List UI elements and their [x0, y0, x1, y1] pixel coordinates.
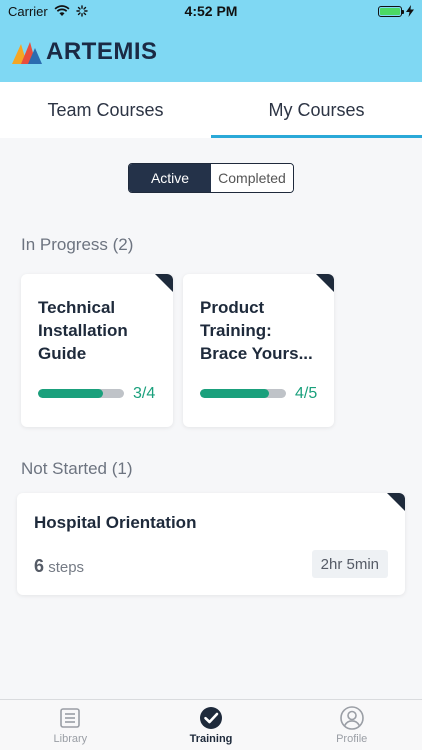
wifi-icon: [54, 5, 70, 16]
step-count-number: 6: [34, 556, 45, 576]
status-left: Carrier: [8, 4, 88, 19]
step-count-label: steps: [48, 559, 85, 576]
activity-spinner-icon: [76, 5, 88, 17]
library-icon: [60, 708, 81, 728]
nav-label: Library: [53, 733, 88, 745]
bottom-tab-bar: Library Training Profile: [0, 699, 422, 750]
status-bar: Carrier 4:52 PM: [0, 0, 422, 22]
duration-badge: 2hr 5min: [311, 550, 388, 578]
tab-label: Team Courses: [47, 99, 164, 120]
nav-label: Profile: [336, 733, 368, 745]
tab-my-courses[interactable]: My Courses: [211, 82, 422, 138]
card-corner-marker: [316, 274, 334, 292]
course-title: Hospital Orientation: [34, 513, 197, 532]
profile-icon: [339, 706, 364, 730]
charging-bolt-icon: [406, 5, 414, 17]
carrier-label: Carrier: [8, 3, 48, 19]
filter-completed-button[interactable]: Completed: [211, 164, 293, 192]
card-corner-marker: [387, 493, 405, 511]
brand-name: ARTEMIS: [46, 38, 158, 65]
course-title: Technical Installation Guide: [38, 298, 128, 363]
nav-label: Training: [189, 733, 233, 745]
progress-bar-fill: [38, 389, 103, 398]
status-right: [378, 5, 414, 17]
tab-team-courses[interactable]: Team Courses: [0, 82, 211, 138]
training-check-icon: [200, 707, 222, 729]
progress-bar-fill: [200, 389, 269, 398]
course-card-technical-installation[interactable]: Technical Installation Guide 3/4: [21, 274, 173, 427]
course-title: Product Training: Brace Yours...: [200, 298, 313, 363]
progress-bar: [200, 389, 286, 398]
brand-header: ARTEMIS: [0, 22, 422, 82]
progress-count: 3/4: [133, 385, 156, 402]
tab-label: My Courses: [268, 99, 365, 120]
progress-bar: [38, 389, 124, 398]
course-card-product-training[interactable]: Product Training: Brace Yours... 4/5: [183, 274, 334, 427]
in-progress-header: In Progress (2): [21, 235, 134, 254]
step-count: 6 steps: [34, 556, 84, 577]
nav-training[interactable]: Training: [141, 700, 282, 750]
progress-count: 4/5: [295, 385, 318, 402]
course-card-hospital-orientation[interactable]: Hospital Orientation 6 steps 2hr 5min: [17, 493, 405, 595]
nav-library[interactable]: Library: [0, 700, 141, 750]
filter-active-button[interactable]: Active: [129, 164, 211, 192]
card-corner-marker: [155, 274, 173, 292]
nav-profile[interactable]: Profile: [281, 700, 422, 750]
artemis-logo-icon: [12, 42, 42, 64]
battery-icon: [378, 5, 404, 17]
not-started-header: Not Started (1): [21, 459, 133, 478]
status-filter-segment: Active Completed: [128, 163, 294, 193]
course-tabs: Team Courses My Courses: [0, 82, 422, 138]
